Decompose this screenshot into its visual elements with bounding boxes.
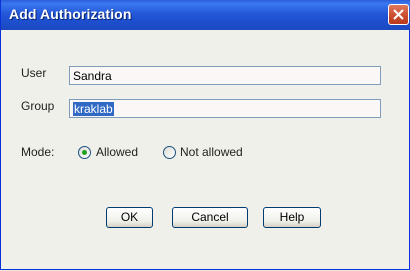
close-icon: [393, 9, 404, 20]
radio-not-allowed[interactable]: [163, 146, 176, 159]
user-label: User: [21, 66, 47, 80]
group-input[interactable]: kraklab: [69, 99, 381, 118]
user-input-value: Sandra: [73, 69, 112, 83]
user-input[interactable]: Sandra: [69, 66, 381, 85]
group-input-value: kraklab: [73, 102, 114, 116]
window-title: Add Authorization: [9, 6, 132, 22]
radio-not-allowed-label[interactable]: Not allowed: [180, 145, 243, 159]
radio-selected-dot: [82, 150, 87, 155]
radio-allowed-label[interactable]: Allowed: [96, 145, 138, 159]
group-label: Group: [21, 99, 55, 113]
help-button[interactable]: Help: [263, 207, 321, 228]
radio-allowed[interactable]: [78, 146, 91, 159]
mode-label: Mode:: [21, 145, 55, 159]
title-bar[interactable]: Add Authorization: [1, 0, 410, 30]
dialog-window: Add Authorization User Sandra Group krak…: [0, 0, 410, 270]
close-button[interactable]: [388, 4, 409, 25]
ok-button[interactable]: OK: [106, 207, 153, 228]
cancel-button[interactable]: Cancel: [172, 207, 248, 228]
dialog-body: User Sandra Group kraklab Mode: Allowed …: [5, 30, 407, 267]
